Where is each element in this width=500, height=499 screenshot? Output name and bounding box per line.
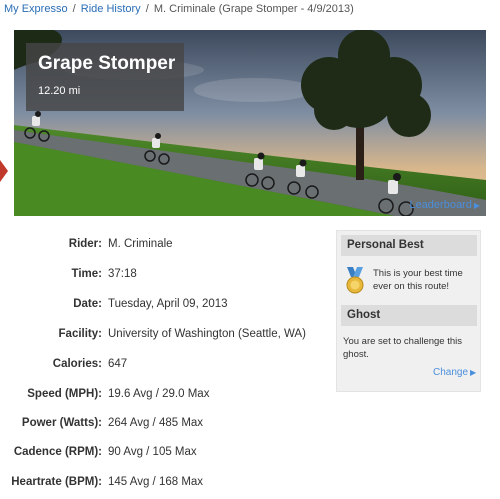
arrow-right-icon: ▶ [473,201,480,210]
personal-best-heading: Personal Best [341,235,477,256]
detail-row-rider: Rider: M. Criminale [0,238,330,254]
change-ghost-link[interactable]: Change ▶ [433,367,476,378]
breadcrumb-separator: / [72,3,76,15]
change-label: Change [433,367,469,378]
detail-value: 264 Avg / 485 Max [108,417,204,429]
personal-best-text: This is your best time ever on this rout… [373,268,463,292]
arrow-right-icon: ▶ [470,368,477,377]
ghost-text: You are set to challenge this ghost. [343,336,463,360]
detail-value: 19.6 Avg / 29.0 Max [108,388,210,400]
detail-label: Heartrate (BPM): [11,476,102,488]
detail-row-speed: Speed (MPH): 19.6 Avg / 29.0 Max [0,388,330,404]
detail-value: 90 Avg / 105 Max [108,446,197,458]
medal-icon [346,267,364,294]
leaderboard-label: Leaderboard [409,199,472,211]
detail-row-date: Date: Tuesday, April 09, 2013 [0,298,330,314]
breadcrumb-history-link[interactable]: Ride History [81,3,141,15]
breadcrumb-home-link[interactable]: My Expresso [4,3,68,15]
breadcrumb: My Expresso / Ride History / M. Criminal… [4,3,354,15]
detail-label: Speed (MPH): [27,388,102,400]
route-hero-image: Grape Stomper 12.20 mi Leaderboard ▶ [14,30,486,216]
detail-value: 37:18 [108,268,137,280]
detail-value: University of Washington (Seattle, WA) [108,328,306,340]
detail-label: Calories: [52,358,102,370]
detail-value: 145 Avg / 168 Max [108,476,204,488]
leaderboard-link[interactable]: Leaderboard ▶ [409,199,480,211]
side-panel: Personal Best This is your best time eve… [336,230,481,392]
detail-label: Cadence (RPM): [13,446,102,458]
detail-label: Time: [71,268,102,280]
detail-row-heartrate: Heartrate (BPM): 145 Avg / 168 Max [0,476,330,492]
detail-row-power: Power (Watts): 264 Avg / 485 Max [0,417,330,433]
route-title: Grape Stomper [38,53,176,74]
detail-row-time: Time: 37:18 [0,268,330,284]
route-title-box: Grape Stomper 12.20 mi [26,43,184,111]
detail-label: Rider: [68,238,102,250]
route-distance: 12.20 mi [38,85,81,97]
detail-label: Power (Watts): [21,417,102,429]
detail-row-facility: Facility: University of Washington (Seat… [0,328,330,344]
detail-label: Facility: [58,328,102,340]
previous-arrow-icon[interactable] [0,160,8,182]
detail-value: Tuesday, April 09, 2013 [108,298,228,310]
detail-value: M. Criminale [108,238,173,250]
detail-row-calories: Calories: 647 [0,358,330,374]
detail-label: Date: [73,298,102,310]
detail-row-cadence: Cadence (RPM): 90 Avg / 105 Max [0,446,330,462]
breadcrumb-current: M. Criminale (Grape Stomper - 4/9/2013) [153,3,354,15]
ghost-heading: Ghost [341,305,477,326]
detail-value: 647 [108,358,128,370]
breadcrumb-separator: / [145,3,149,15]
